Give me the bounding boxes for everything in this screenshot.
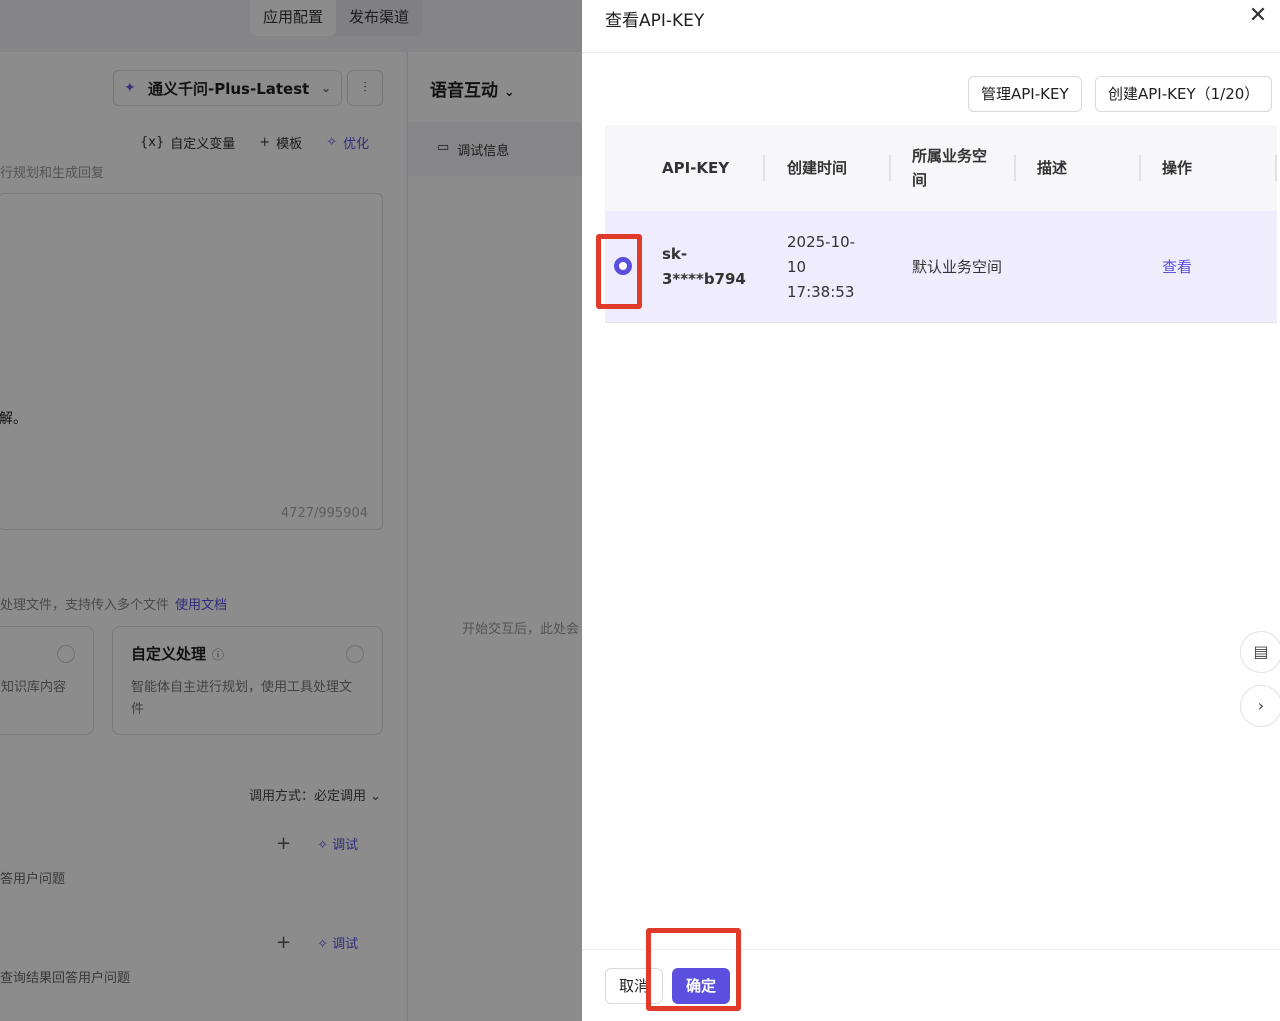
column-header-api-key: API-KEY	[662, 125, 765, 211]
manage-api-key-button[interactable]: 管理API-KEY	[968, 76, 1082, 112]
workspace-name: 默认业务空间	[912, 257, 1003, 276]
column-divider	[1275, 155, 1277, 181]
close-icon[interactable]: ✕	[1246, 4, 1270, 28]
drawer-title: 查看API-KEY	[605, 11, 705, 31]
table-header: API-KEY 创建时间 所属业务空间 描述 操作	[605, 125, 1277, 211]
column-label: 所属业务空间	[912, 147, 988, 189]
highlight-box	[646, 928, 741, 1011]
column-label: 创建时间	[787, 159, 848, 177]
create-api-key-button[interactable]: 创建API-KEY（1/20）	[1095, 76, 1273, 112]
column-header-desc: 描述	[1037, 125, 1141, 211]
description	[1037, 211, 1127, 323]
document-icon[interactable]: ▤	[1240, 631, 1280, 673]
column-divider	[889, 155, 891, 181]
drawer-header: 查看API-KEY ✕	[582, 0, 1280, 53]
column-header-space: 所属业务空间	[912, 125, 1016, 211]
api-key-table: API-KEY 创建时间 所属业务空间 描述 操作 sk-3****b794 2…	[596, 125, 1277, 323]
column-header-action: 操作	[1162, 125, 1277, 211]
api-key-drawer: 查看API-KEY ✕ 管理API-KEY 创建API-KEY（1/20） AP…	[582, 0, 1280, 1021]
column-divider	[1139, 155, 1141, 181]
column-label: 操作	[1162, 159, 1193, 177]
modal-backdrop[interactable]	[0, 0, 582, 1021]
column-label: API-KEY	[662, 159, 730, 177]
column-divider	[763, 155, 765, 181]
column-header-created: 创建时间	[787, 125, 891, 211]
table-row[interactable]: sk-3****b794 2025-10-10 17:38:53 默认业务空间 …	[605, 211, 1277, 323]
chevron-right-icon[interactable]: ›	[1240, 685, 1280, 727]
api-key-value: sk-3****b794	[662, 245, 746, 288]
view-key-link[interactable]: 查看	[1162, 211, 1222, 323]
column-label: 描述	[1037, 159, 1068, 177]
highlight-box	[596, 234, 642, 309]
column-divider	[1014, 155, 1016, 181]
created-time: 2025-10-10 17:38:53	[787, 232, 856, 301]
